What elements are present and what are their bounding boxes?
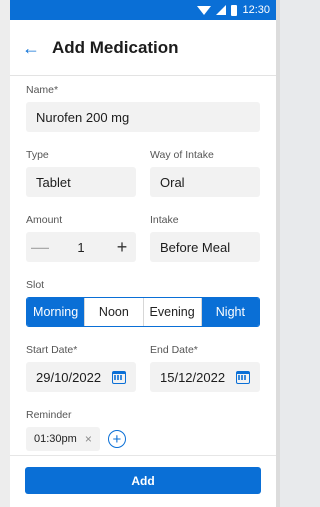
- slot-group: Slot Morning Noon Evening Night: [26, 279, 260, 327]
- reminder-row: 01:30pm × +: [26, 427, 260, 451]
- start-date-value: 29/10/2022: [36, 369, 102, 385]
- amount-stepper: — 1 +: [26, 232, 136, 262]
- calendar-icon[interactable]: [112, 370, 126, 384]
- slot-morning[interactable]: Morning: [27, 298, 86, 326]
- slot-noon[interactable]: Noon: [85, 298, 144, 326]
- footer-bar: Add: [10, 455, 276, 507]
- background-edge: [0, 0, 10, 507]
- reminder-group: Reminder 01:30pm × +: [26, 409, 260, 451]
- amount-value[interactable]: 1: [77, 240, 84, 255]
- end-date-label: End Date*: [150, 344, 198, 356]
- dates-row: Start Date* 29/10/2022 End Date* 15/12/2…: [26, 344, 260, 392]
- intake-select[interactable]: Before Meal: [150, 232, 260, 262]
- page-title: Add Medication: [52, 37, 179, 57]
- slot-evening[interactable]: Evening: [143, 298, 202, 326]
- way-of-intake-select[interactable]: Oral: [150, 167, 260, 197]
- reminder-time: 01:30pm: [34, 433, 77, 445]
- name-label: Name*: [26, 84, 59, 96]
- type-select[interactable]: Tablet: [26, 167, 136, 197]
- back-arrow-icon[interactable]: ←: [22, 39, 40, 57]
- decrement-button[interactable]: —: [26, 232, 54, 262]
- reminder-label: Reminder: [26, 409, 72, 421]
- medication-form: Name* Nurofen 200 mg Type Tablet Way of …: [10, 76, 276, 451]
- app-bar: ← Add Medication: [10, 20, 276, 76]
- amount-intake-row: Amount — 1 + Intake Before Meal: [26, 214, 260, 262]
- remove-reminder-icon[interactable]: ×: [85, 432, 92, 446]
- type-intake-row: Type Tablet Way of Intake Oral: [26, 149, 260, 197]
- amount-label: Amount: [26, 214, 63, 226]
- status-time: 12:30: [242, 4, 270, 16]
- intake-label: Intake: [150, 214, 179, 226]
- status-bar: 12:30: [10, 0, 276, 20]
- reminder-chip[interactable]: 01:30pm ×: [26, 427, 100, 451]
- screen-edge: [276, 0, 280, 507]
- start-date-field[interactable]: 29/10/2022: [26, 362, 136, 392]
- add-reminder-icon[interactable]: +: [107, 430, 126, 448]
- end-date-value: 15/12/2022: [160, 369, 226, 385]
- start-date-label: Start Date*: [26, 344, 78, 356]
- signal-icon: [216, 5, 227, 15]
- slot-night[interactable]: Night: [201, 298, 259, 326]
- wifi-icon: [197, 5, 212, 15]
- name-field[interactable]: Nurofen 200 mg: [26, 102, 260, 132]
- way-of-intake-label: Way of Intake: [150, 149, 214, 161]
- calendar-icon[interactable]: [236, 370, 250, 384]
- slot-selector: Morning Noon Evening Night: [26, 297, 260, 327]
- slot-label: Slot: [26, 279, 45, 291]
- type-label: Type: [26, 149, 49, 161]
- battery-icon: [231, 4, 238, 16]
- add-button[interactable]: Add: [25, 467, 261, 494]
- end-date-field[interactable]: 15/12/2022: [150, 362, 260, 392]
- increment-button[interactable]: +: [108, 232, 136, 262]
- phone-screen: 12:30 ← Add Medication Name* Nurofen 200…: [10, 0, 276, 507]
